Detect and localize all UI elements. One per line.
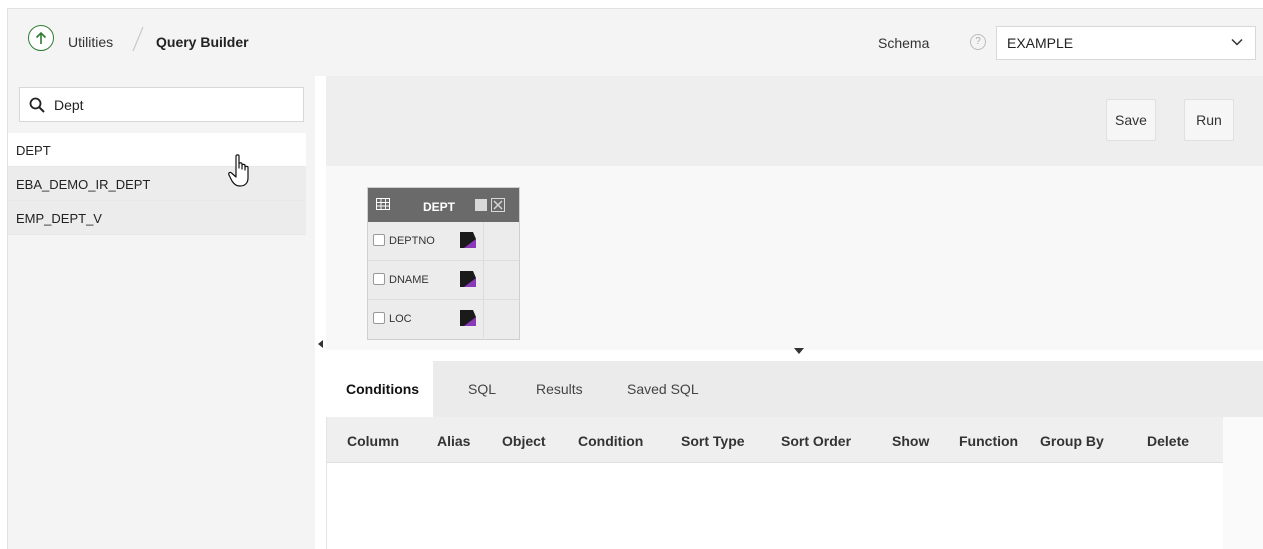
row-divider bbox=[483, 300, 484, 338]
column-type-icon bbox=[460, 310, 476, 326]
column-header-column: Column bbox=[347, 433, 400, 449]
column-header-sort-order: Sort Order bbox=[781, 433, 852, 449]
column-type-icon bbox=[460, 271, 476, 287]
column-header-group-by: Group By bbox=[1040, 433, 1104, 449]
right-gutter bbox=[1223, 417, 1263, 549]
column-checkbox[interactable] bbox=[373, 312, 385, 324]
hand-cursor-icon bbox=[228, 154, 249, 187]
bottom-tabs: Conditions SQL Results Saved SQL bbox=[326, 361, 1263, 417]
schema-label: Schema bbox=[878, 35, 930, 51]
column-header-alias: Alias bbox=[437, 433, 471, 449]
row-divider bbox=[483, 222, 484, 260]
table-list: DEPT EBA_DEMO_IR_DEPT EMP_DEPT_V bbox=[8, 133, 306, 235]
column-checkbox[interactable] bbox=[373, 273, 385, 285]
help-icon[interactable]: ? bbox=[970, 34, 986, 50]
column-header-function: Function bbox=[959, 433, 1019, 449]
column-name: DEPTNO bbox=[389, 235, 435, 247]
run-button[interactable]: Run bbox=[1184, 99, 1234, 141]
close-icon[interactable] bbox=[491, 198, 505, 212]
arrow-up-icon bbox=[35, 31, 47, 44]
column-header-sort-type: Sort Type bbox=[681, 433, 745, 449]
dept-table-box[interactable]: DEPT DEPTNO DNAME LOC bbox=[367, 187, 520, 340]
dept-box-header[interactable]: DEPT bbox=[368, 188, 519, 222]
save-button[interactable]: Save bbox=[1106, 99, 1156, 141]
breadcrumb-separator-icon bbox=[132, 26, 144, 52]
column-checkbox[interactable] bbox=[373, 234, 385, 246]
dept-column-row: LOC bbox=[368, 300, 519, 338]
search-input[interactable]: Dept bbox=[19, 87, 304, 122]
table-grid-icon bbox=[376, 198, 390, 210]
tab-conditions[interactable]: Conditions bbox=[326, 361, 434, 417]
dept-column-row: DNAME bbox=[368, 261, 519, 300]
minimize-icon[interactable] bbox=[475, 199, 487, 211]
collapse-down-icon[interactable] bbox=[794, 348, 804, 354]
list-item[interactable]: EMP_DEPT_V bbox=[8, 201, 306, 235]
dept-column-row: DEPTNO bbox=[368, 222, 519, 261]
up-arrow-button[interactable] bbox=[28, 25, 54, 51]
list-item[interactable]: DEPT bbox=[8, 133, 306, 167]
column-header-delete: Delete bbox=[1147, 433, 1190, 449]
conditions-header: Column Alias Object Condition Sort Type … bbox=[327, 417, 1223, 463]
list-item[interactable]: EBA_DEMO_IR_DEPT bbox=[8, 167, 306, 201]
object-browser-panel: Dept DEPT EBA_DEMO_IR_DEPT EMP_DEPT_V bbox=[7, 76, 315, 549]
tab-results[interactable]: Results bbox=[536, 361, 583, 417]
collapse-left-icon[interactable] bbox=[318, 340, 324, 348]
dept-box-title: DEPT bbox=[423, 200, 456, 214]
query-toolbar: Save Run bbox=[326, 76, 1263, 166]
tab-saved-sql[interactable]: Saved SQL bbox=[627, 361, 699, 417]
column-header-show: Show bbox=[892, 433, 930, 449]
tab-sql[interactable]: SQL bbox=[468, 361, 496, 417]
column-header-object: Object bbox=[502, 433, 546, 449]
search-icon bbox=[29, 97, 45, 113]
schema-value: EXAMPLE bbox=[1007, 35, 1074, 51]
page-header: Utilities Query Builder Schema ? EXAMPLE bbox=[7, 8, 1263, 76]
search-value: Dept bbox=[54, 97, 84, 113]
breadcrumb-utilities[interactable]: Utilities bbox=[68, 34, 113, 50]
page-title: Query Builder bbox=[156, 34, 249, 50]
column-type-icon bbox=[460, 232, 476, 248]
conditions-panel: Column Alias Object Condition Sort Type … bbox=[326, 417, 1223, 549]
column-name: DNAME bbox=[389, 274, 429, 286]
column-name: LOC bbox=[389, 313, 412, 325]
row-divider bbox=[483, 261, 484, 299]
schema-select[interactable]: EXAMPLE bbox=[996, 26, 1256, 60]
chevron-down-icon bbox=[1231, 38, 1243, 46]
column-header-condition: Condition bbox=[578, 433, 644, 449]
